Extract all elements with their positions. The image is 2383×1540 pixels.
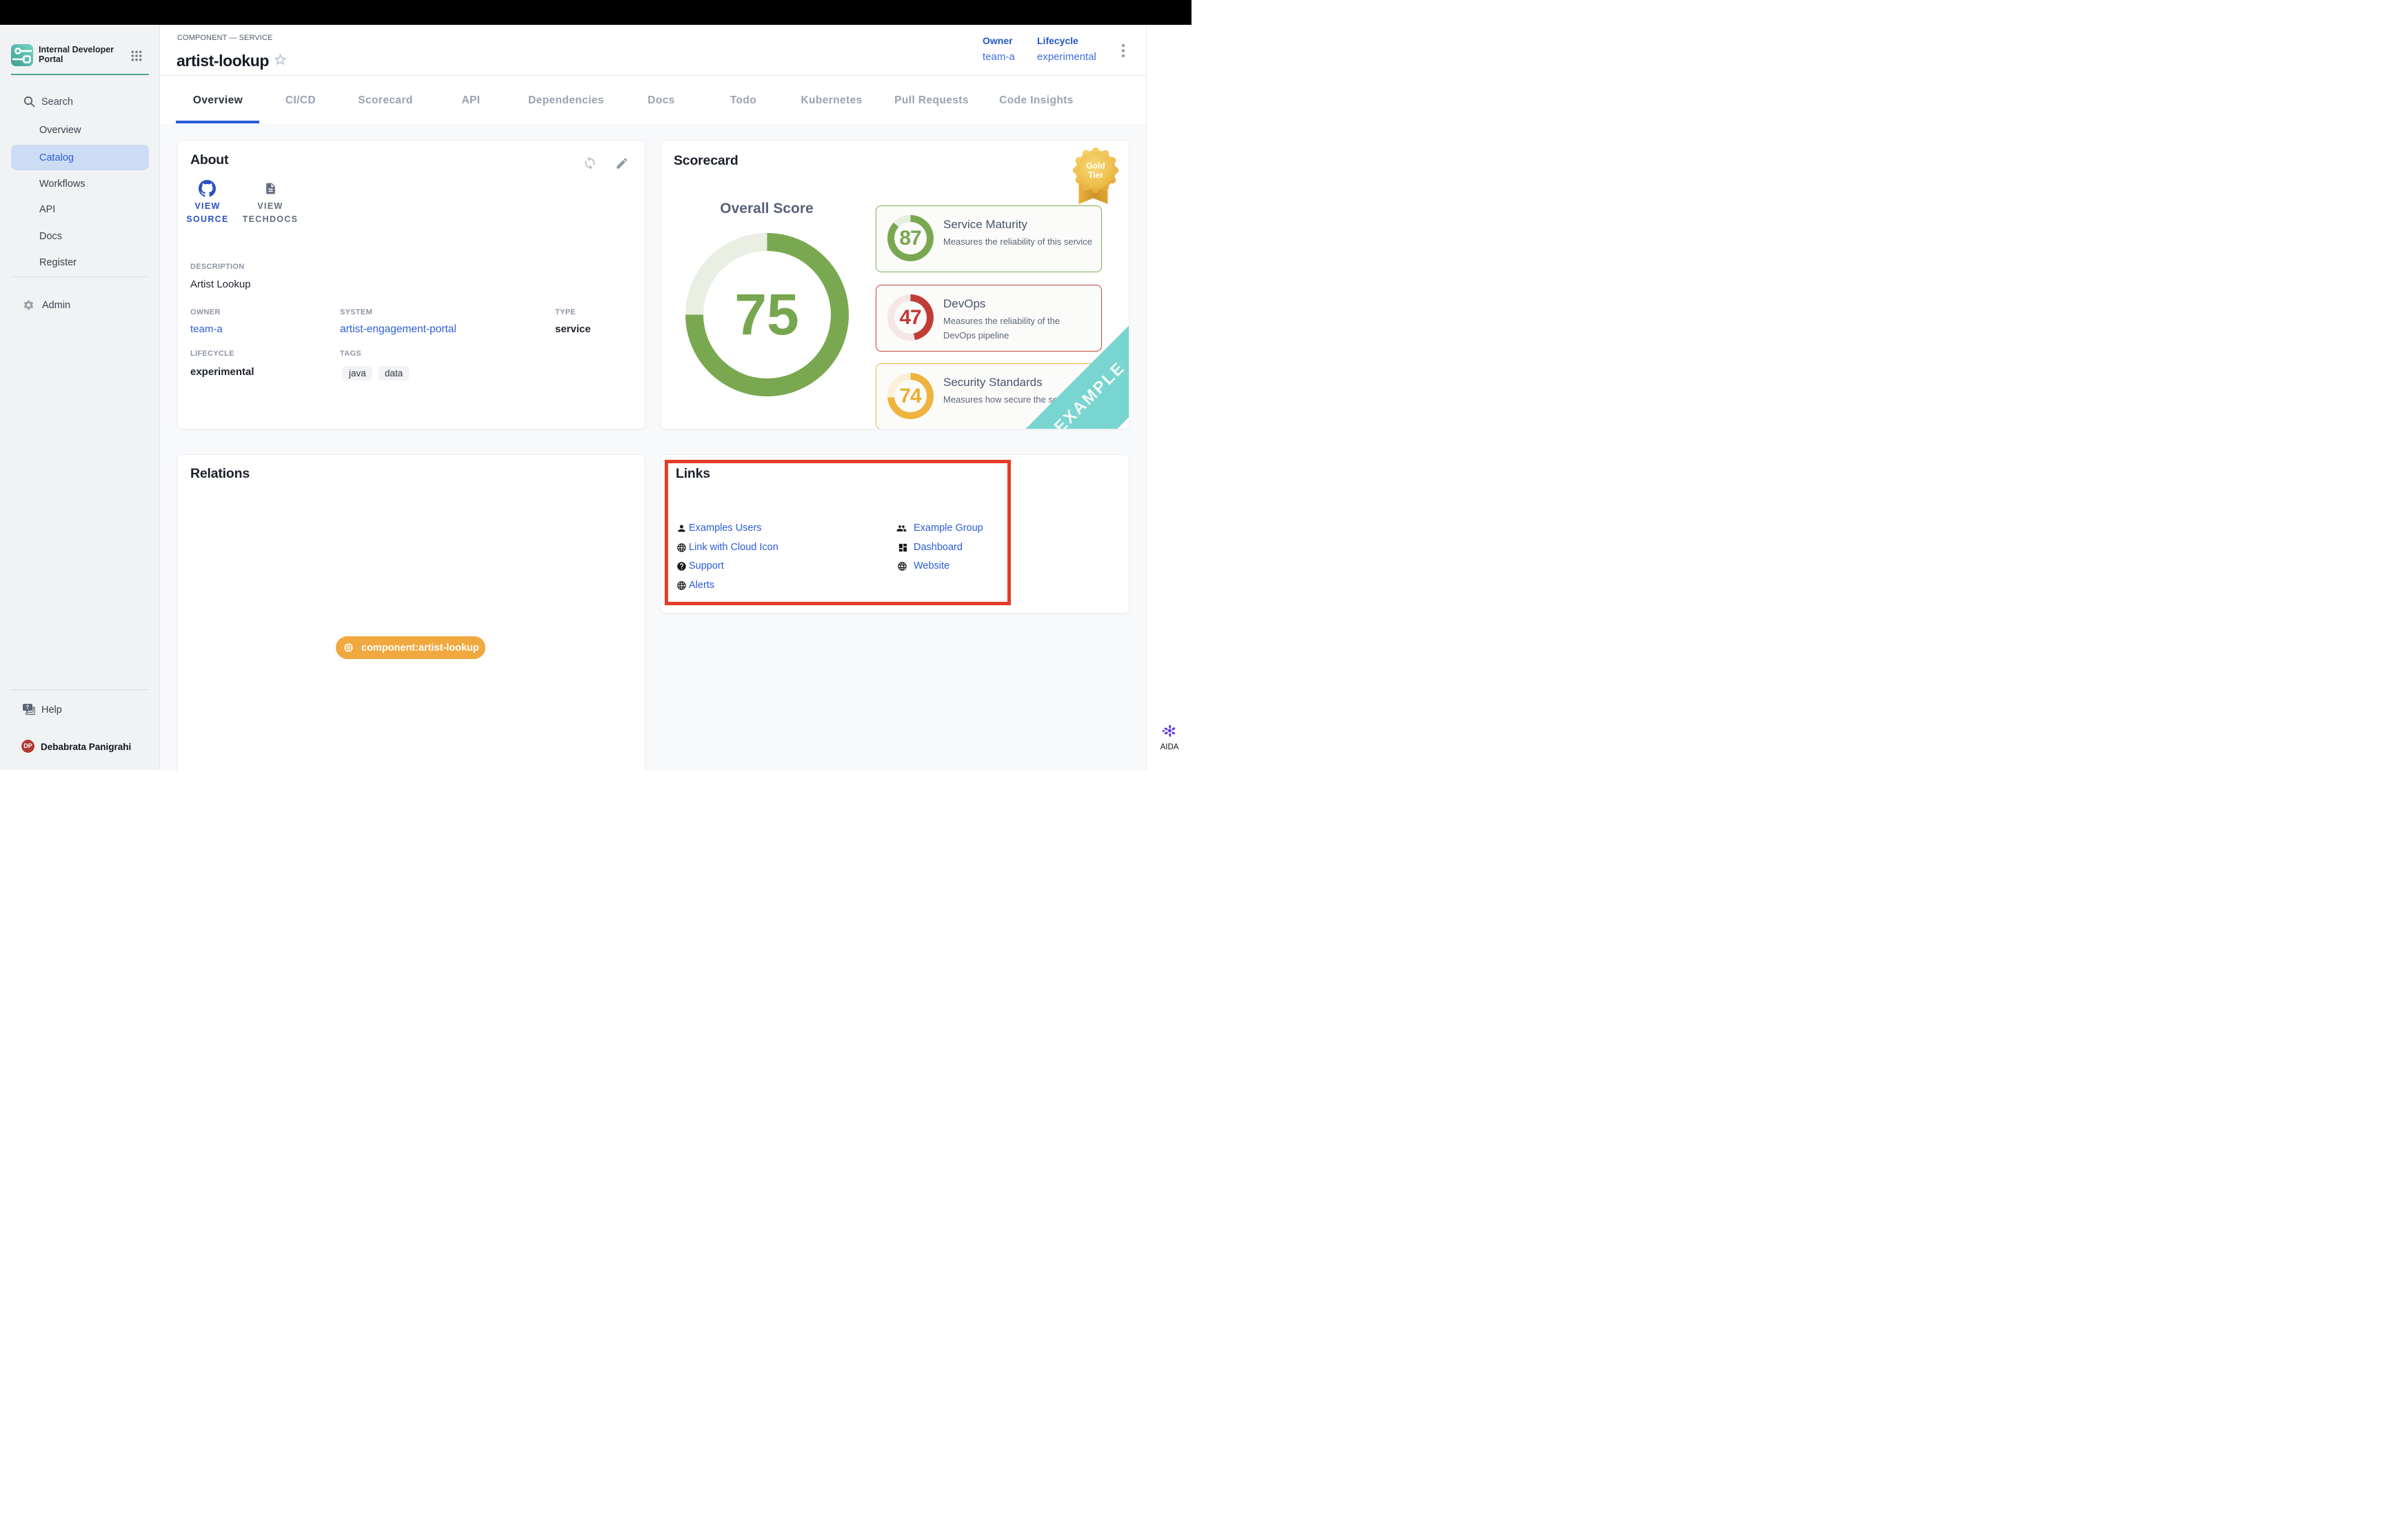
svg-text:?: ? (26, 705, 29, 711)
svg-text:Tier: Tier (1088, 170, 1103, 180)
svg-text:Gold: Gold (1086, 161, 1105, 171)
